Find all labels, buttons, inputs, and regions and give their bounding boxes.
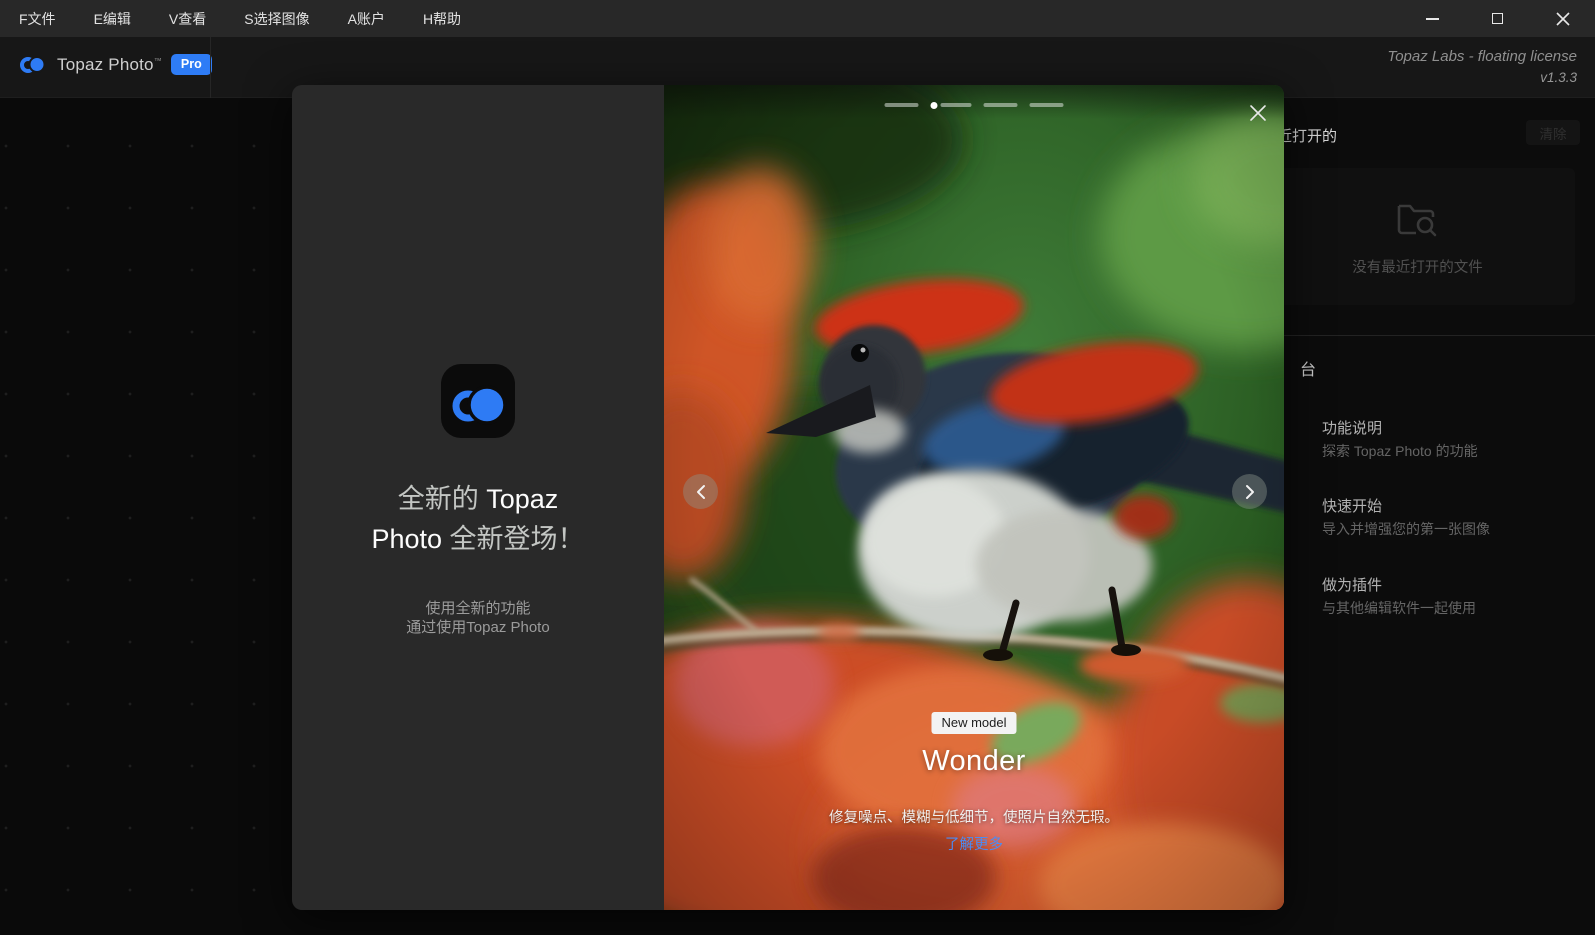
slide-description: 修复噪点、模糊与低细节，使照片自然无瑕。 — [664, 806, 1284, 827]
modal-subtitle-line1: 使用全新的功能 — [292, 599, 664, 618]
sidebar-item-quick-start[interactable]: 快速开始 导入并增强您的第一张图像 — [1322, 498, 1581, 538]
menu-file[interactable]: F文件 — [0, 0, 75, 37]
sidebar-item-feature-overview[interactable]: 功能说明 探索 Topaz Photo 的功能 — [1322, 420, 1581, 460]
learn-more-link[interactable]: 了解更多 — [664, 833, 1284, 854]
carousel-page-3[interactable] — [984, 103, 1018, 107]
new-model-badge: New model — [931, 712, 1016, 734]
no-recent-files-message: 没有最近打开的文件 — [1260, 256, 1575, 277]
sidebar-divider — [1240, 335, 1595, 336]
chevron-left-icon — [695, 484, 707, 500]
modal-title-en2: Photo — [371, 524, 449, 554]
topaz-dual-circle-icon — [441, 364, 515, 438]
menu-edit[interactable]: E编辑 — [75, 0, 150, 37]
topaz-app-icon — [441, 364, 515, 438]
recent-files-empty-panel: 没有最近打开的文件 — [1260, 168, 1575, 305]
app-title: Topaz Photo™ — [57, 55, 162, 75]
slide-photo-bird — [664, 85, 1284, 910]
active-page-track — [941, 103, 972, 107]
modal-title-en1: Topaz — [479, 484, 559, 514]
version-text: v1.3.3 — [1387, 68, 1577, 88]
carousel-next-button[interactable] — [1232, 474, 1267, 509]
slide-title: Wonder — [664, 745, 1284, 778]
carousel-page-4[interactable] — [1030, 103, 1064, 107]
modal-subtitle-line2: 通过使用Topaz Photo — [292, 618, 664, 637]
header-divider — [210, 37, 211, 98]
close-icon — [1249, 104, 1267, 122]
menu-view[interactable]: V查看 — [150, 0, 225, 37]
minimize-button[interactable] — [1400, 0, 1465, 37]
modal-intro-panel: 全新的 Topaz Photo 全新登场！ 使用全新的功能 通过使用Topaz … — [292, 85, 664, 910]
modal-subtitle: 使用全新的功能 通过使用Topaz Photo — [292, 599, 664, 637]
modal-title: 全新的 Topaz Photo 全新登场！ — [292, 479, 664, 559]
app-window: F文件 E编辑 V查看 S选择图像 A账户 H帮助 .win-btn{backg… — [0, 0, 1595, 935]
pro-badge: Pro — [171, 54, 212, 75]
sidebar-item-title: 功能说明 — [1322, 420, 1581, 438]
welcome-modal: 全新的 Topaz Photo 全新登场！ 使用全新的功能 通过使用Topaz … — [292, 85, 1284, 910]
carousel-page-2-active[interactable] — [931, 103, 972, 107]
app-brand: Topaz Photo™ Pro — [18, 51, 212, 78]
close-button[interactable] — [1530, 0, 1595, 37]
window-controls — [1400, 0, 1595, 37]
sidebar-item-title: 快速开始 — [1322, 498, 1581, 516]
minimize-icon — [1426, 18, 1439, 20]
sidebar-section-header-partial: 台 — [1300, 356, 1316, 380]
carousel-slide-panel: New model Wonder 修复噪点、模糊与低细节，使照片自然无瑕。 了解… — [664, 85, 1284, 910]
sidebar-item-title: 做为插件 — [1322, 577, 1581, 595]
sidebar-item-subtitle: 探索 Topaz Photo 的功能 — [1322, 442, 1581, 460]
clear-recent-button[interactable]: 清除 — [1526, 120, 1580, 145]
modal-title-zh2: 全新登场！ — [450, 524, 585, 554]
trademark: ™ — [154, 56, 162, 65]
maximize-icon — [1492, 13, 1503, 24]
modal-close-button[interactable] — [1244, 99, 1272, 127]
menu-select-image[interactable]: S选择图像 — [225, 0, 328, 37]
license-text: Topaz Labs - floating license — [1387, 46, 1577, 68]
sidebar-item-subtitle: 导入并增强您的第一张图像 — [1322, 520, 1581, 538]
right-sidebar: 最近打开的 清除 没有最近打开的文件 台 功能说明 探索 Topaz Photo… — [1240, 98, 1595, 935]
sidebar-item-use-as-plugin[interactable]: 做为插件 与其他编辑软件一起使用 — [1322, 577, 1581, 617]
carousel-pagination — [885, 103, 1064, 107]
active-page-dot — [931, 102, 938, 109]
menu-account[interactable]: A账户 — [329, 0, 404, 37]
modal-title-zh1: 全新的 — [398, 484, 479, 514]
chevron-right-icon — [1244, 484, 1256, 500]
carousel-prev-button[interactable] — [683, 474, 718, 509]
menu-bar: F文件 E编辑 V查看 S选择图像 A账户 H帮助 — [0, 0, 1595, 37]
close-icon — [1556, 12, 1570, 26]
folder-search-icon — [1395, 198, 1441, 240]
menu-help[interactable]: H帮助 — [404, 0, 480, 37]
sidebar-item-subtitle: 与其他编辑软件一起使用 — [1322, 599, 1581, 617]
carousel-page-1[interactable] — [885, 103, 919, 107]
license-info: Topaz Labs - floating license v1.3.3 — [1387, 46, 1577, 88]
maximize-button[interactable] — [1465, 0, 1530, 37]
topaz-logo-icon — [18, 51, 48, 78]
